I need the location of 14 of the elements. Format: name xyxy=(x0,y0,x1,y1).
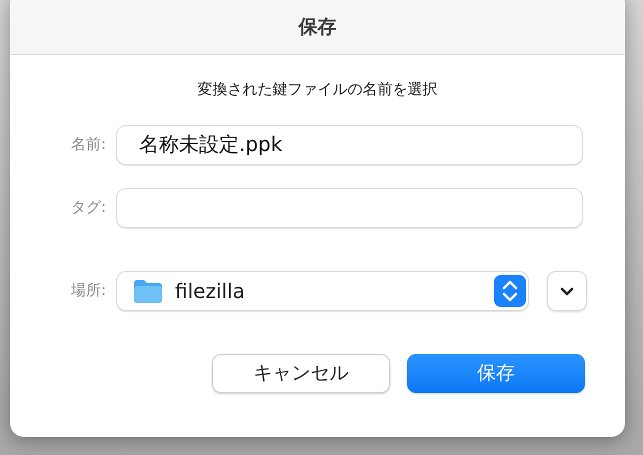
text-field[interactable]: 名称未設定.ppk xyxy=(116,124,583,164)
save-button[interactable]: 保存 xyxy=(407,354,585,392)
folder-icon xyxy=(133,278,163,302)
location-value: filezilla xyxy=(175,278,246,304)
field-label: 名前: xyxy=(70,134,107,156)
prompt-text: 変換された鍵ファイルの名前を選択 xyxy=(198,79,438,100)
location-popup[interactable]: filezilla xyxy=(116,270,529,310)
window-title: 保存 xyxy=(298,14,336,40)
cancel-button[interactable]: キャンセル xyxy=(212,354,390,392)
field-label: タグ: xyxy=(70,197,107,218)
stepper-icon xyxy=(494,274,526,306)
text-field[interactable] xyxy=(116,188,583,228)
expand-button[interactable] xyxy=(547,270,587,310)
field-label: 場所: xyxy=(70,280,107,302)
